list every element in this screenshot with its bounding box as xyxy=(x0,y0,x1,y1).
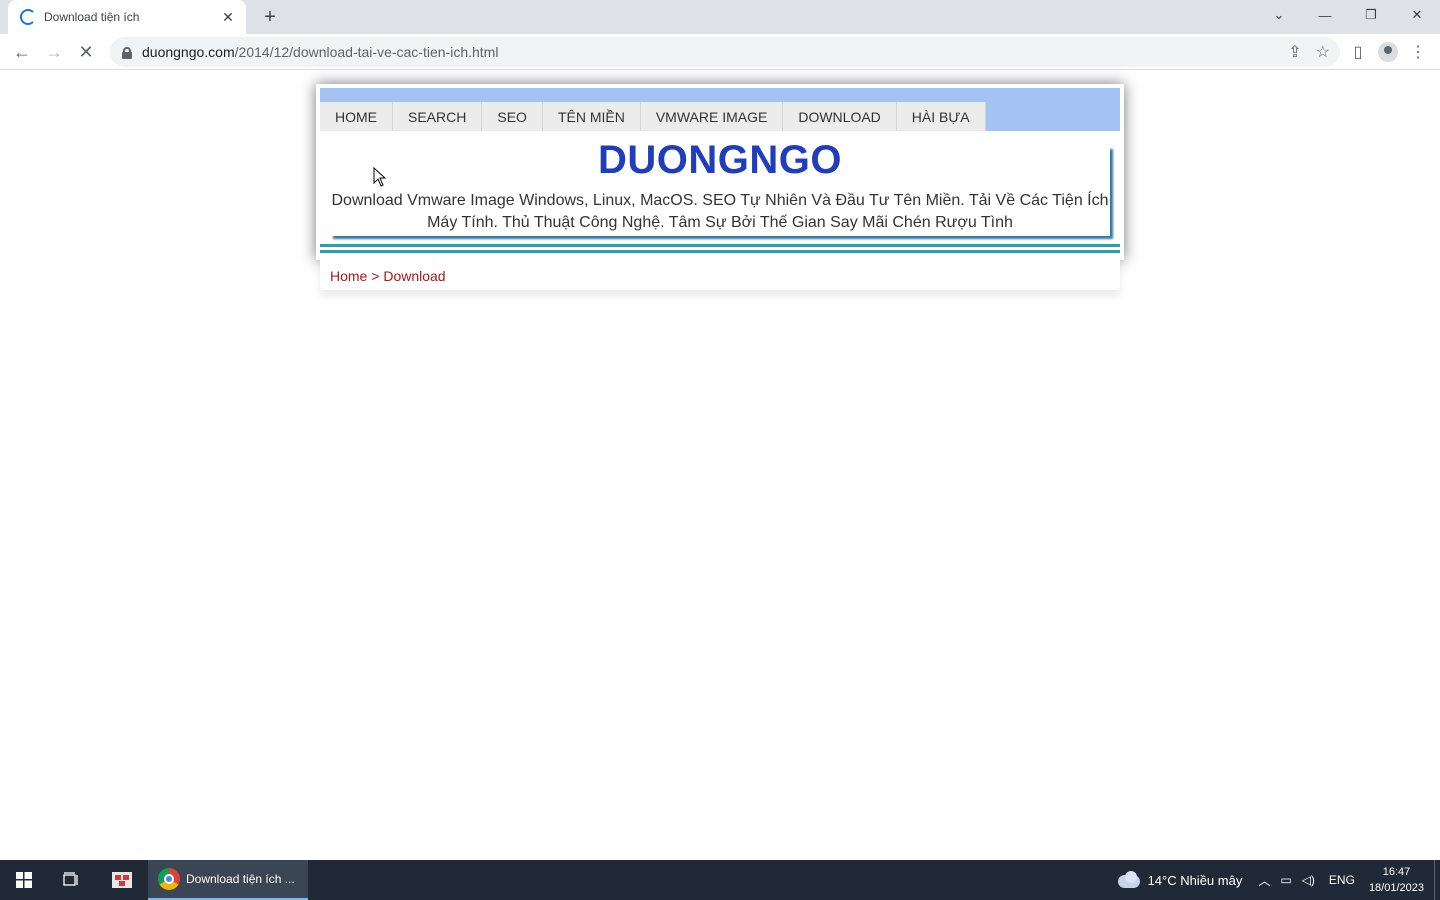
loading-spinner-icon xyxy=(20,9,36,25)
breadcrumb-download-link[interactable]: Download xyxy=(383,268,445,284)
nav-hai-bua[interactable]: HÀI BỰA xyxy=(896,102,986,131)
browser-tab[interactable]: Download tiện ích ✕ xyxy=(8,0,246,34)
side-panel-icon[interactable]: ▯ xyxy=(1346,40,1370,64)
share-icon[interactable]: ⇪ xyxy=(1288,42,1301,62)
breadcrumb-container: Home > Download xyxy=(320,260,1120,290)
close-window-button[interactable]: ✕ xyxy=(1394,0,1440,30)
language-indicator[interactable]: ENG xyxy=(1329,873,1355,887)
system-tray: 14°C Nhiều mây ︿ ▭ ◁) ENG 16:47 18/01/20… xyxy=(1116,860,1440,900)
task-view-button[interactable] xyxy=(48,860,96,900)
profile-avatar-icon[interactable] xyxy=(1378,42,1398,62)
mouse-cursor-icon xyxy=(373,167,387,187)
site-description-line-2: Máy Tính. Thủ Thuật Công Nghệ. Tâm Sự Bở… xyxy=(427,214,1013,231)
network-icon[interactable]: ▭ xyxy=(1280,873,1291,887)
restore-button[interactable]: ❐ xyxy=(1348,0,1394,30)
windows-logo-icon xyxy=(16,872,32,888)
stop-loading-icon[interactable]: ✕ xyxy=(74,40,98,64)
header-divider xyxy=(320,244,1120,253)
taskbar-chrome-label: Download tiện ích ... xyxy=(186,872,295,886)
tab-close-icon[interactable]: ✕ xyxy=(220,9,236,26)
forward-arrow-icon[interactable]: → xyxy=(42,40,66,64)
site-header-container: HOME SEARCH SEO TÊN MIỀN VMWARE IMAGE DO… xyxy=(316,84,1124,260)
nav-seo[interactable]: SEO xyxy=(482,102,543,131)
tab-title: Download tiện ích xyxy=(44,10,140,24)
clock-time: 16:47 xyxy=(1382,866,1411,878)
nav-download[interactable]: DOWNLOAD xyxy=(783,102,897,131)
nav-home[interactable]: HOME xyxy=(320,102,393,131)
start-button[interactable] xyxy=(0,860,48,900)
address-bar[interactable]: duongngo.com/2014/12/download-tai-ve-cac… xyxy=(110,37,1340,67)
show-desktop-button[interactable] xyxy=(1434,860,1440,900)
top-navigation-bar: HOME SEARCH SEO TÊN MIỀN VMWARE IMAGE DO… xyxy=(320,88,1120,131)
browser-toolbar: ← → ✕ duongngo.com/2014/12/download-tai-… xyxy=(0,34,1440,70)
url-host: duongngo.com xyxy=(142,44,235,60)
nav-ten-mien[interactable]: TÊN MIỀN xyxy=(542,102,641,131)
url-path: /2014/12/download-tai-ve-cac-tien-ich.ht… xyxy=(234,44,499,60)
chevron-up-icon[interactable]: ︿ xyxy=(1258,872,1270,889)
nav-search[interactable]: SEARCH xyxy=(393,102,483,131)
tab-search-chevron-icon[interactable]: ⌄ xyxy=(1256,0,1302,30)
menu-kebab-icon[interactable]: ⋮ xyxy=(1406,40,1430,64)
task-view-icon xyxy=(63,872,78,886)
lock-icon[interactable] xyxy=(122,46,132,59)
window-controls: ⌄ — ❐ ✕ xyxy=(1256,0,1440,34)
breadcrumb-home-link[interactable]: Home xyxy=(330,268,367,284)
browser-tab-strip: Download tiện ích ✕ + ⌄ — ❐ ✕ xyxy=(0,0,1440,34)
chrome-icon xyxy=(158,868,180,890)
breadcrumb-separator: > xyxy=(367,268,384,284)
site-title[interactable]: DUONGNGO xyxy=(316,138,1124,183)
bookmark-star-icon[interactable]: ☆ xyxy=(1316,42,1330,62)
clock[interactable]: 16:47 18/01/2023 xyxy=(1369,864,1424,896)
back-arrow-icon[interactable]: ← xyxy=(10,40,34,64)
site-description: Download Vmware Image Windows, Linux, Ma… xyxy=(330,190,1110,234)
minimize-button[interactable]: — xyxy=(1302,0,1348,30)
volume-icon[interactable]: ◁) xyxy=(1302,873,1315,887)
breadcrumb: Home > Download xyxy=(330,268,446,284)
cloud-weather-icon[interactable] xyxy=(1116,871,1142,889)
pinned-app-button[interactable] xyxy=(98,860,146,900)
windows-taskbar: Download tiện ích ... 14°C Nhiều mây ︿ ▭… xyxy=(0,860,1440,900)
nav-vmware-image[interactable]: VMWARE IMAGE xyxy=(640,102,784,131)
taskbar-chrome-button[interactable]: Download tiện ích ... xyxy=(148,860,308,900)
clock-date: 18/01/2023 xyxy=(1368,882,1424,894)
weather-text[interactable]: 14°C Nhiều mây xyxy=(1148,873,1243,888)
new-tab-button[interactable]: + xyxy=(258,5,282,29)
app-grid-icon xyxy=(112,872,132,888)
site-description-line-1: Download Vmware Image Windows, Linux, Ma… xyxy=(331,192,1109,209)
